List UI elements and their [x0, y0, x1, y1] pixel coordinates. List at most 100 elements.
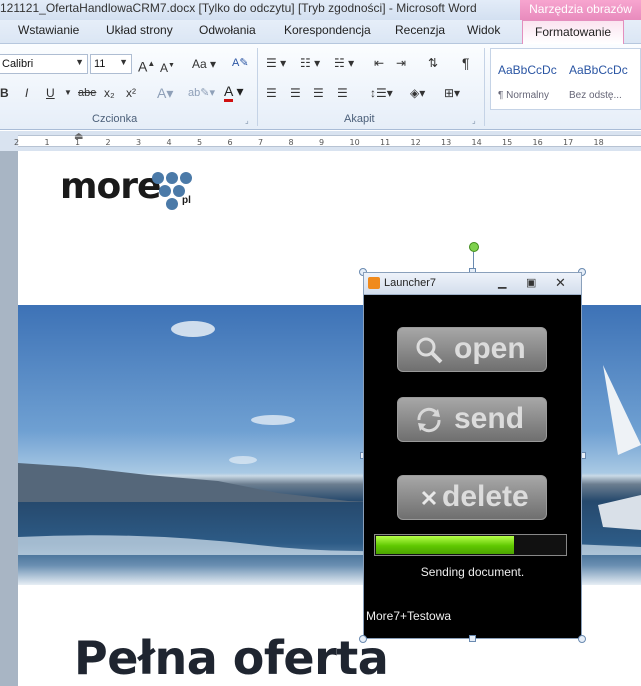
ruler-number: 2 [105, 138, 111, 147]
restore-icon[interactable]: ▣ [526, 276, 536, 289]
align-right-icon[interactable]: ☰ [313, 84, 324, 102]
italic-button[interactable]: I [25, 84, 28, 102]
launcher-title-bar[interactable]: Launcher7 ▁ ▣ ✕ [364, 273, 581, 295]
ruler-number: 11 [380, 138, 391, 147]
style-name: Bez odstę... [569, 90, 622, 101]
shrink-font-button[interactable]: A▼ [160, 57, 175, 77]
horizontal-ruler[interactable]: 2 1 1 2 3 4 5 6 7 8 9 10 11 12 13 14 15 16 17 18 ⏏ [0, 131, 641, 151]
group-separator [257, 48, 258, 126]
open-label: open [454, 332, 526, 365]
strikethrough-button[interactable]: abe [78, 84, 96, 102]
send-button[interactable]: send [397, 397, 547, 442]
font-size-value: 11 [94, 58, 106, 70]
font-size-combo[interactable]: 11 ▼ [90, 54, 132, 74]
progress-bar [374, 534, 567, 556]
resize-handle[interactable] [359, 635, 367, 643]
tab-format[interactable]: Formatowanie [522, 20, 625, 44]
ruler-number: 1 [44, 138, 50, 147]
ruler-number: 15 [502, 138, 513, 147]
resize-handle[interactable] [469, 635, 476, 642]
justify-icon[interactable]: ☰ [337, 84, 348, 102]
chevron-down-icon: ▼ [75, 57, 84, 67]
underline-button[interactable]: U [46, 84, 55, 102]
send-label: send [454, 402, 525, 435]
text-effects-icon[interactable]: A▾ [157, 84, 173, 102]
resize-handle[interactable] [578, 635, 586, 643]
ruler-number: 13 [441, 138, 452, 147]
dialog-launcher-icon[interactable]: ⌟ [245, 112, 249, 130]
indent-marker-icon[interactable]: ⏏ [74, 131, 83, 142]
tab-insert[interactable]: Wstawianie [18, 23, 79, 37]
highlight-icon[interactable]: ab✎▾ [188, 84, 215, 102]
decrease-indent-icon[interactable]: ⇤ [374, 54, 384, 72]
contextual-tab-picture-tools: Narzędzia obrazów [520, 0, 641, 20]
ruler-number: 12 [410, 138, 421, 147]
app-icon [368, 277, 380, 289]
bullets-icon[interactable]: ☰ ▾ [266, 54, 286, 72]
ruler-number: 9 [319, 138, 325, 147]
bold-button[interactable]: B [0, 84, 9, 102]
borders-icon[interactable]: ⊞▾ [444, 84, 460, 102]
line-spacing-icon[interactable]: ↕☰▾ [370, 84, 393, 102]
refresh-icon [417, 407, 441, 433]
ruler-number: 2 [14, 138, 20, 147]
font-name-combo[interactable]: Calibri ▼ [0, 54, 88, 74]
ruler-number: 17 [563, 138, 574, 147]
ribbon: Calibri ▼ 11 ▼ A▲ A▼ Aa ▾ A✎ B I U ▼ abe… [0, 44, 641, 130]
group-label-font: Czcionka [92, 113, 138, 125]
style-sample: AaBbCcDc [498, 63, 557, 77]
ruler-number: 4 [166, 138, 172, 147]
launcher-title: Launcher7 [384, 277, 436, 289]
ribbon-tabs: Wstawianie Układ strony Odwołania Koresp… [0, 20, 641, 44]
open-button[interactable]: open [397, 327, 547, 372]
chevron-down-icon: ▼ [119, 57, 128, 67]
logo-text: more [60, 166, 161, 207]
style-name: ¶ Normalny [498, 90, 549, 101]
progress-fill [376, 536, 514, 554]
font-name-value: Calibri [2, 58, 34, 70]
subscript-button[interactable]: x₂ [104, 84, 115, 102]
delete-button[interactable]: delete [397, 475, 547, 520]
clear-formatting-icon[interactable]: A✎ [232, 54, 249, 72]
increase-indent-icon[interactable]: ⇥ [396, 54, 406, 72]
sort-icon[interactable]: ⇅ [428, 54, 438, 72]
status-text: Sending document. [420, 565, 525, 579]
multilevel-list-icon[interactable]: ☵ ▾ [334, 54, 354, 72]
change-case-button[interactable]: Aa ▾ [192, 55, 216, 73]
ruler-number: 10 [349, 138, 360, 147]
user-label: More7+Testowa [366, 609, 452, 623]
ruler-number: 8 [288, 138, 294, 147]
ruler-number: 7 [258, 138, 264, 147]
font-color-button[interactable]: A ▾ [224, 82, 244, 102]
tab-view[interactable]: Widok [467, 23, 500, 37]
styles-gallery: AaBbCcDc ¶ Normalny AaBbCcDc Bez odstę..… [490, 48, 641, 110]
superscript-button[interactable]: x² [126, 84, 136, 102]
close-icon [421, 490, 437, 506]
dialog-launcher-icon[interactable]: ⌟ [472, 112, 476, 130]
window-title: 121121_OfertaHandlowaCRM7.docx [Tylko do… [0, 1, 477, 15]
grow-font-button[interactable]: A▲ [138, 55, 155, 76]
align-center-icon[interactable]: ☰ [290, 84, 301, 102]
ruler-number: 16 [532, 138, 543, 147]
tab-review[interactable]: Recenzja [395, 23, 445, 37]
section-heading: Pełna oferta [74, 631, 389, 685]
shading-icon[interactable]: ◈▾ [410, 84, 425, 102]
style-sample: AaBbCcDc [569, 63, 628, 77]
search-icon [416, 337, 443, 364]
ruler-number: 6 [227, 138, 233, 147]
logo: more pl [60, 166, 192, 210]
tab-mailings[interactable]: Korespondencja [284, 23, 371, 37]
chevron-down-icon[interactable]: ▼ [64, 84, 72, 102]
minimize-icon[interactable]: ▁ [498, 276, 506, 289]
numbering-icon[interactable]: ☷ ▾ [300, 54, 320, 72]
align-left-icon[interactable]: ☰ [266, 84, 277, 102]
group-separator [484, 48, 485, 126]
rotation-handle[interactable] [469, 242, 479, 252]
close-icon[interactable]: ✕ [555, 275, 566, 291]
title-bar: 121121_OfertaHandlowaCRM7.docx [Tylko do… [0, 0, 641, 20]
show-formatting-button[interactable]: ¶ [462, 54, 470, 72]
tab-page-layout[interactable]: Układ strony [106, 23, 173, 37]
tab-references[interactable]: Odwołania [199, 23, 256, 37]
launcher-window[interactable]: Launcher7 ▁ ▣ ✕ open send delete Sending… [363, 272, 582, 639]
group-label-paragraph: Akapit [344, 113, 375, 125]
